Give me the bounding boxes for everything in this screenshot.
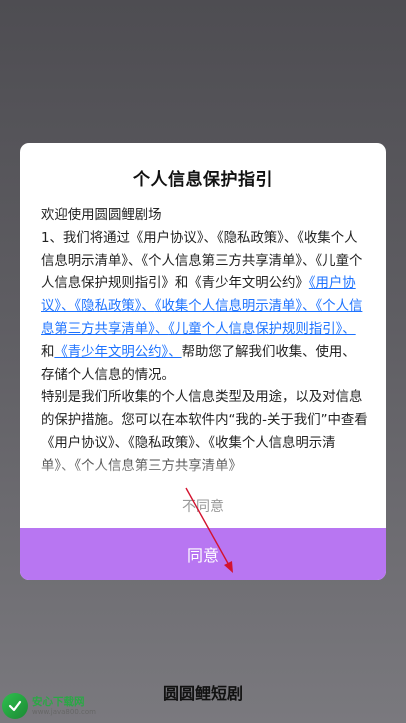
disagree-button[interactable]: 不同意 bbox=[20, 495, 386, 517]
link-child-protection-rules[interactable]: 《儿童个人信息保护规则指引》、 bbox=[168, 322, 355, 337]
watermark-logo-icon bbox=[2, 693, 28, 719]
paragraph-1: 1、我们将通过《用户协议》、《隐私政策》、《收集个人信息明示清单》、《个人信息第… bbox=[41, 228, 368, 388]
watermark-name: 安心下载网 bbox=[32, 695, 85, 708]
welcome-text: 欢迎使用圆圆鲤剧场 bbox=[41, 208, 162, 223]
content-fade-overlay bbox=[20, 453, 386, 501]
link-youth-civility-pact[interactable]: 《青少年文明公约》、 bbox=[54, 345, 181, 360]
watermark: 安心下载网 www.java800.com bbox=[2, 692, 98, 720]
link-privacy-policy[interactable]: 《隐私政策》、 bbox=[74, 299, 154, 314]
dialog-title: 个人信息保护指引 bbox=[133, 170, 273, 190]
paragraph-1-and: 和 bbox=[41, 344, 55, 360]
link-info-collection-list[interactable]: 《收集个人信息明示清单》、 bbox=[155, 299, 316, 314]
privacy-dialog: 个人信息保护指引 欢迎使用圆圆鲤剧场 1、我们将通过《用户协议》、《隐私政策》、… bbox=[20, 143, 386, 580]
agree-button[interactable]: 同意 bbox=[20, 528, 386, 580]
watermark-url: www.java800.com bbox=[32, 707, 96, 716]
